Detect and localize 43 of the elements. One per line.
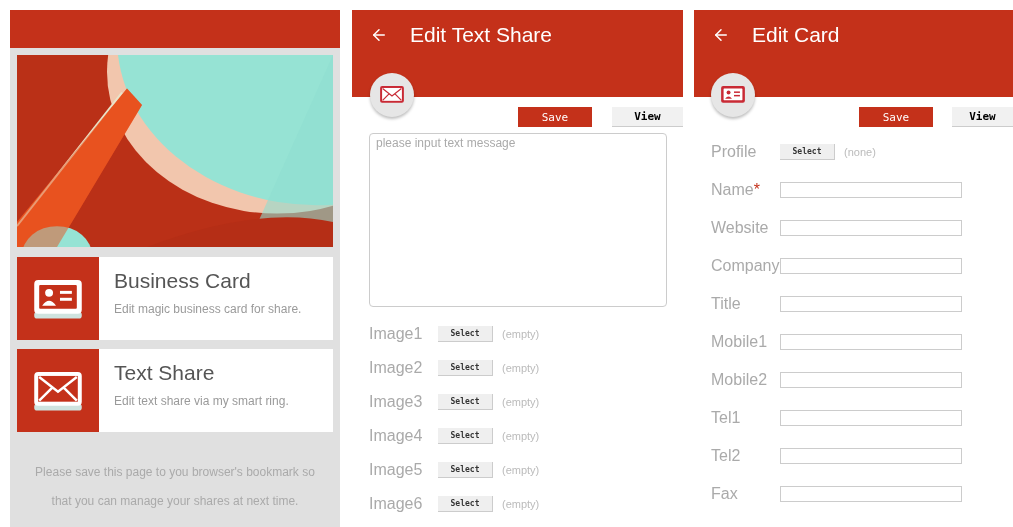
- field-value: (none): [844, 146, 876, 158]
- select-button[interactable]: Select: [438, 360, 493, 376]
- field-value: (empty): [502, 396, 540, 408]
- select-button[interactable]: Select: [438, 428, 493, 444]
- save-button[interactable]: Save: [518, 107, 592, 127]
- field-label: Fax: [711, 485, 739, 503]
- field-label: Tel1: [711, 409, 742, 427]
- screen-title: Edit Text Share: [410, 22, 553, 48]
- field-value: (empty): [502, 362, 540, 374]
- field-label: Tel2: [711, 447, 742, 465]
- save-button[interactable]: Save: [859, 107, 933, 127]
- field-label: Title: [711, 295, 742, 313]
- field-value: (empty): [502, 328, 540, 340]
- field-label: Image1: [369, 325, 424, 343]
- field-label: Website: [711, 219, 770, 237]
- field-label: Image4: [369, 427, 424, 445]
- select-button[interactable]: Select: [438, 462, 493, 478]
- card-title: Text Share: [114, 361, 216, 385]
- field-label: Mobile2: [711, 371, 769, 389]
- field-value: (empty): [502, 430, 540, 442]
- field-label: Company: [711, 257, 780, 275]
- select-button[interactable]: Select: [438, 394, 493, 410]
- field-label: Name*: [711, 181, 761, 199]
- select-button[interactable]: Select: [780, 144, 835, 160]
- field-label: Image5: [369, 461, 424, 479]
- menu-card[interactable]: Text Share Edit text share via my smart ring.: [17, 349, 333, 432]
- field-label: Profile: [711, 143, 758, 161]
- message-field[interactable]: please input text message: [369, 133, 667, 307]
- card-description: Edit text share via my smart ring.: [114, 394, 289, 408]
- select-button[interactable]: Select: [438, 496, 493, 512]
- card-description: Edit magic business card for share.: [114, 302, 302, 316]
- view-button[interactable]: View: [952, 107, 1013, 127]
- menu-card[interactable]: Business Card Edit magic business card for share.: [17, 257, 333, 340]
- select-button[interactable]: Select: [438, 326, 493, 342]
- field-label: Image3: [369, 393, 424, 411]
- field-value: (empty): [502, 498, 540, 510]
- card-title: Business Card: [114, 269, 252, 293]
- field-value: (empty): [502, 464, 540, 476]
- view-button[interactable]: View: [612, 107, 683, 127]
- field-label: Image6: [369, 495, 424, 513]
- field-label: Image2: [369, 359, 424, 377]
- screen-title: Edit Card: [752, 22, 840, 48]
- field-label: Mobile1: [711, 333, 769, 351]
